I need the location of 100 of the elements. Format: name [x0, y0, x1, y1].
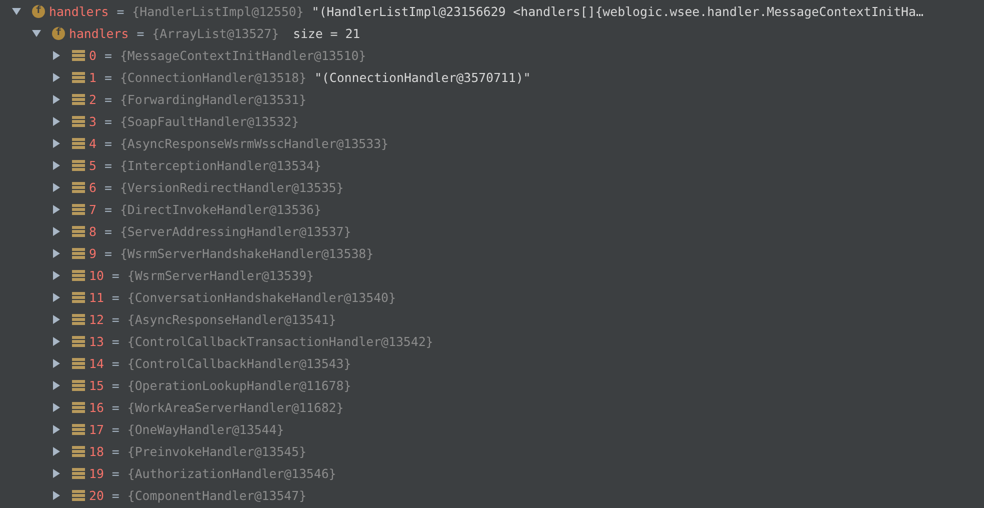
equals-sign: = [112, 334, 120, 348]
expand-arrow-icon[interactable] [52, 182, 61, 192]
variable-name: 4 [89, 136, 96, 150]
object-type: {ArrayList@13527} [152, 26, 279, 40]
expand-arrow-icon[interactable] [52, 270, 61, 280]
object-type: {VersionRedirectHandler@13535} [120, 180, 344, 194]
object-type: {ComponentHandler@13547} [127, 488, 306, 502]
field-icon: f [52, 26, 65, 40]
equals-sign: = [104, 48, 112, 62]
object-type: {InterceptionHandler@13534} [120, 158, 322, 172]
variable-name: 12 [89, 312, 104, 326]
equals-sign: = [112, 422, 120, 436]
expand-arrow-icon[interactable] [52, 160, 61, 170]
variable-name: handlers [49, 4, 109, 18]
equals-sign: = [112, 268, 120, 282]
variable-name: 11 [89, 290, 104, 304]
object-type: {OneWayHandler@13544} [127, 422, 284, 436]
object-type: {PreinvokeHandler@13545} [127, 444, 306, 458]
list-element-icon [72, 116, 85, 126]
variable-name: 5 [89, 158, 96, 172]
variable-name: 16 [89, 400, 104, 414]
equals-sign: = [112, 290, 120, 304]
object-type: {MessageContextInitHandler@13510} [120, 48, 366, 62]
expand-arrow-icon[interactable] [52, 50, 61, 60]
object-type: {WsrmServerHandshakeHandler@13538} [120, 246, 374, 260]
equals-sign: = [104, 180, 112, 194]
expand-arrow-icon[interactable] [52, 314, 61, 324]
expand-arrow-icon[interactable] [52, 204, 61, 214]
list-element-icon [72, 380, 85, 390]
object-type: {WorkAreaServerHandler@11682} [127, 400, 344, 414]
list-element-icon [72, 226, 85, 236]
expand-arrow-icon[interactable] [52, 248, 61, 258]
object-value: "(ConnectionHandler@3570711)" [314, 70, 531, 84]
list-element-icon [72, 446, 85, 456]
list-element-icon [72, 72, 85, 82]
expand-arrow-icon[interactable] [52, 402, 61, 412]
variable-name: 7 [89, 202, 96, 216]
collapse-arrow-icon[interactable] [32, 28, 41, 38]
expand-arrow-icon[interactable] [52, 138, 61, 148]
equals-sign: = [104, 158, 112, 172]
variable-name: 1 [89, 70, 96, 84]
list-element-icon [72, 358, 85, 368]
object-type: {ControlCallbackHandler@13543} [127, 356, 352, 370]
variable-name: 20 [89, 488, 104, 502]
list-element-icon [72, 138, 85, 148]
expand-arrow-icon[interactable] [52, 336, 61, 346]
variable-name: 6 [89, 180, 96, 194]
variable-name: handlers [69, 26, 129, 40]
expand-arrow-icon[interactable] [52, 380, 61, 390]
object-type: {ConversationHandshakeHandler@13540} [127, 290, 396, 304]
expand-arrow-icon[interactable] [52, 424, 61, 434]
equals-sign: = [104, 224, 112, 238]
list-element-icon [72, 490, 85, 500]
variable-name: 15 [89, 378, 104, 392]
list-element-icon [72, 424, 85, 434]
expand-arrow-icon[interactable] [52, 226, 61, 236]
list-element-icon [72, 204, 85, 214]
equals-sign: = [104, 114, 112, 128]
expand-arrow-icon[interactable] [52, 292, 61, 302]
expand-arrow-icon[interactable] [52, 468, 61, 478]
list-element-icon [72, 468, 85, 478]
equals-sign: = [112, 356, 120, 370]
expand-arrow-icon[interactable] [52, 116, 61, 126]
expand-arrow-icon[interactable] [52, 358, 61, 368]
variable-name: 10 [89, 268, 104, 282]
equals-sign: = [104, 136, 112, 150]
object-type: {OperationLookupHandler@11678} [127, 378, 352, 392]
equals-sign: = [112, 378, 120, 392]
variable-name: 14 [89, 356, 104, 370]
equals-sign: = [112, 466, 120, 480]
variable-name: 19 [89, 466, 104, 480]
expand-arrow-icon[interactable] [52, 490, 61, 500]
equals-sign: = [112, 488, 120, 502]
list-element-icon [72, 248, 85, 258]
variable-name: 0 [89, 48, 96, 62]
variable-name: 3 [89, 114, 96, 128]
equals-sign: = [112, 312, 120, 326]
size-label: size = 21 [292, 26, 360, 40]
equals-sign: = [136, 26, 144, 40]
expand-arrow-icon[interactable] [52, 446, 61, 456]
equals-sign: = [104, 202, 112, 216]
list-element-icon [72, 402, 85, 412]
expand-arrow-icon[interactable] [52, 94, 61, 104]
variable-name: 9 [89, 246, 96, 260]
list-element-icon [72, 336, 85, 346]
object-type: {ForwardingHandler@13531} [120, 92, 306, 106]
variable-name: 2 [89, 92, 96, 106]
collapse-arrow-icon[interactable] [12, 6, 21, 16]
object-type: {ControlCallbackTransactionHandler@13542} [127, 334, 434, 348]
variable-name: 13 [89, 334, 104, 348]
equals-sign: = [104, 92, 112, 106]
object-type: {ServerAddressingHandler@13537} [120, 224, 352, 238]
object-value: "(HandlerListImpl@23156629 <handlers[]{weblogic.wsee.handler.MessageContextInitHa… [312, 4, 924, 18]
object-type: {DirectInvokeHandler@13536} [120, 202, 322, 216]
expand-arrow-icon[interactable] [52, 72, 61, 82]
object-type: {SoapFaultHandler@13532} [120, 114, 299, 128]
equals-sign: = [116, 4, 124, 18]
list-element-icon [72, 160, 85, 170]
field-icon: f [32, 4, 45, 18]
list-element-icon [72, 270, 85, 280]
